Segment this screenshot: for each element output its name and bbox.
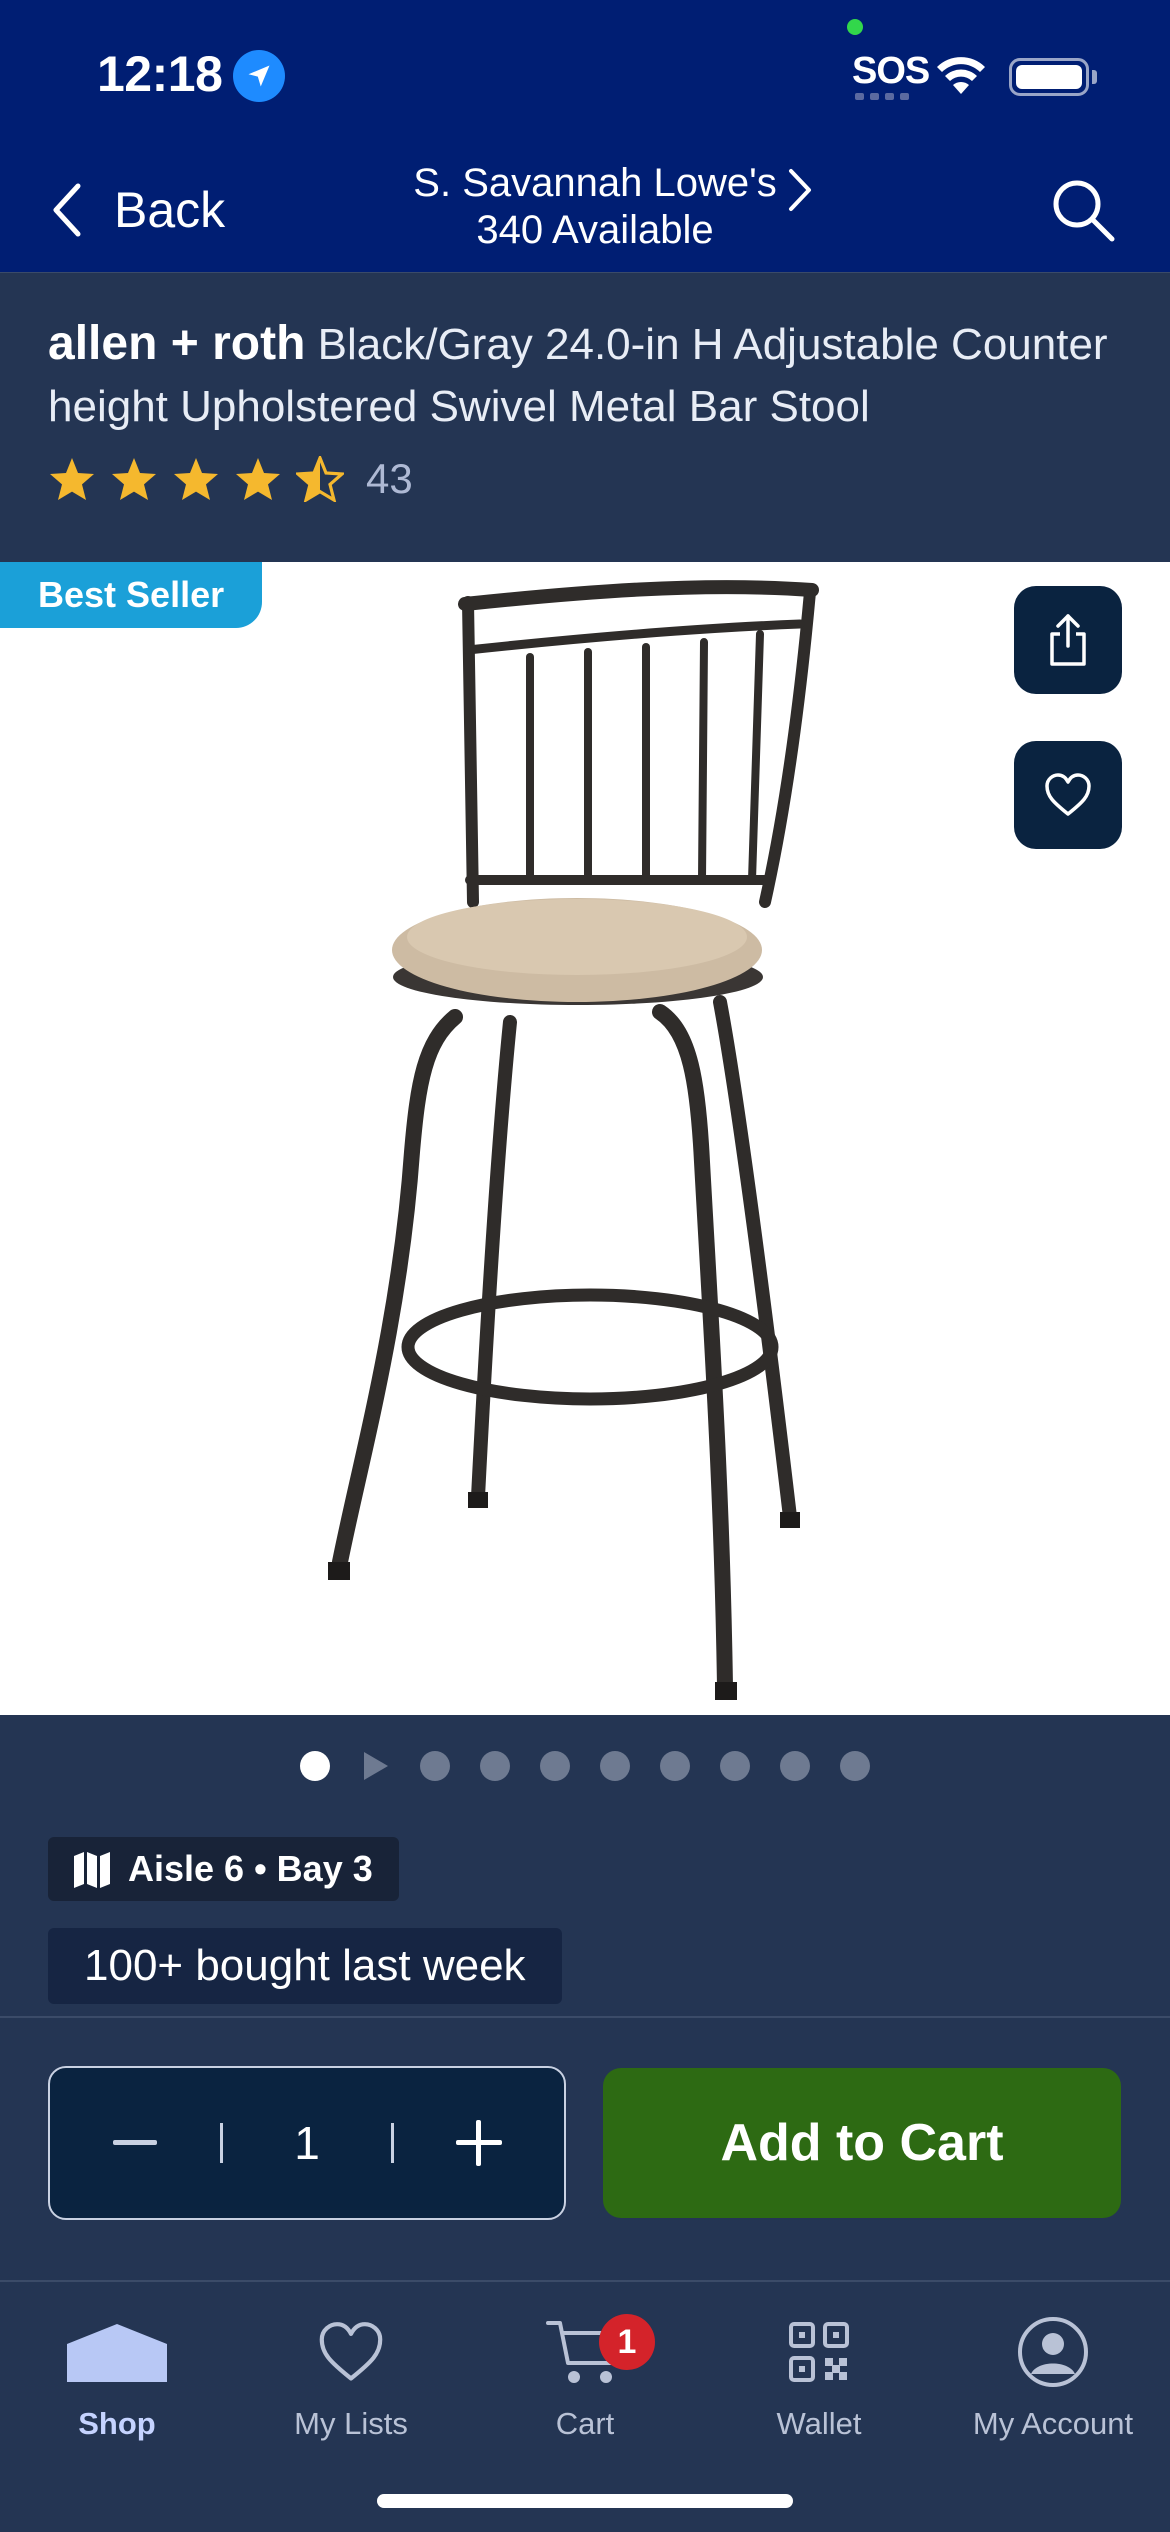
top-bar: 12:18 SOS Back S. Savannah Lowe's 340 Av… [0, 0, 1170, 272]
carousel-pagination [300, 1750, 870, 1782]
product-image-carousel[interactable] [0, 562, 1170, 1715]
status-bar: 12:18 SOS [0, 0, 1170, 150]
minus-icon [113, 2140, 157, 2145]
tab-label: Cart [555, 2406, 615, 2441]
store-selector[interactable]: S. Savannah Lowe's 340 Available [360, 160, 830, 254]
tab-shop[interactable]: Shop [0, 2302, 234, 2442]
home-indicator[interactable] [377, 2494, 793, 2508]
share-button[interactable] [1014, 586, 1122, 694]
tab-my-lists[interactable]: My Lists [234, 2302, 468, 2442]
status-time: 12:18 [97, 46, 223, 102]
chevron-left-icon [53, 183, 81, 237]
increment-button[interactable] [394, 2068, 564, 2218]
page-dot[interactable] [420, 1751, 450, 1781]
product-rating[interactable]: 43 [48, 455, 413, 503]
page-dot[interactable] [600, 1751, 630, 1781]
account-icon [1018, 2317, 1088, 2387]
page-dot[interactable] [660, 1751, 690, 1781]
divider [0, 2016, 1170, 2018]
tab-my-account[interactable]: My Account [936, 2302, 1170, 2442]
back-label: Back [114, 182, 226, 238]
map-icon [74, 1852, 110, 1888]
product-brand: allen + roth [48, 317, 306, 370]
privacy-indicator [847, 19, 863, 35]
wifi-icon [937, 57, 985, 94]
tab-label: My Lists [294, 2406, 408, 2441]
page-dot[interactable] [720, 1751, 750, 1781]
bought-last-week: 100+ bought last week [48, 1928, 562, 2004]
bar-stool-image [328, 580, 819, 1700]
best-seller-badge: Best Seller [0, 562, 263, 628]
half-star-icon [296, 456, 344, 502]
star-icon [236, 458, 280, 500]
signal-dots [855, 93, 915, 101]
share-icon [1050, 614, 1086, 666]
cart-count-badge: 1 [599, 2314, 655, 2370]
page-dot[interactable] [480, 1751, 510, 1781]
star-icon [112, 458, 156, 500]
tab-cart[interactable]: Cart 1 [468, 2302, 702, 2442]
battery-icon [1009, 58, 1089, 96]
store-name: S. Savannah Lowe's [413, 161, 777, 205]
add-to-cart-button[interactable]: Add to Cart [603, 2068, 1121, 2218]
tab-label: My Account [972, 2406, 1134, 2441]
tab-label: Wallet [776, 2406, 862, 2441]
favorite-button[interactable] [1014, 741, 1122, 849]
page-dot[interactable] [540, 1751, 570, 1781]
plus-icon [456, 2120, 502, 2166]
chevron-right-icon[interactable] [785, 165, 815, 215]
quantity-value[interactable]: 1 [223, 2116, 391, 2170]
decrement-button[interactable] [50, 2068, 220, 2218]
home-icon [67, 2324, 167, 2382]
search-icon[interactable] [1050, 177, 1116, 243]
heart-icon [319, 2322, 383, 2381]
back-button[interactable]: Back [48, 175, 225, 245]
review-count: 43 [366, 455, 413, 502]
page-dot[interactable] [780, 1751, 810, 1781]
heart-icon [1045, 773, 1091, 816]
location-arrow-icon [233, 50, 285, 102]
quantity-stepper[interactable]: 1 [48, 2066, 566, 2220]
page-dot[interactable] [840, 1751, 870, 1781]
aisle-location[interactable]: Aisle 6 • Bay 3 [48, 1837, 399, 1901]
product-header: allen + roth Black/Gray 24.0-in H Adjust… [0, 272, 1170, 562]
tab-wallet[interactable]: Wallet [702, 2302, 936, 2442]
star-icon [50, 458, 94, 500]
video-play-icon[interactable] [360, 1750, 390, 1782]
page-dot-active[interactable] [300, 1751, 330, 1781]
store-availability: 340 Available [476, 208, 714, 252]
qr-code-icon [789, 2322, 849, 2382]
sos-indicator: SOS [852, 50, 930, 92]
product-title: allen + roth Black/Gray 24.0-in H Adjust… [48, 313, 1128, 438]
tab-label: Shop [78, 2406, 156, 2441]
aisle-label: Aisle 6 • Bay 3 [128, 1848, 373, 1889]
star-icon [174, 458, 218, 500]
